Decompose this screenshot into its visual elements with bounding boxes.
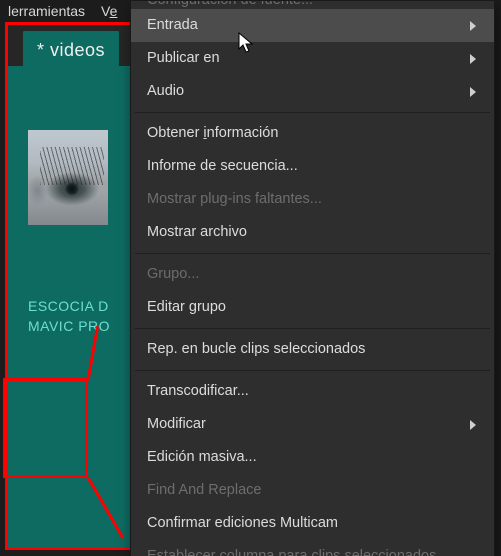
annotation-zoom-box: [3, 378, 88, 478]
separator: [135, 253, 490, 254]
separator: [135, 112, 490, 113]
menu-tools-partial[interactable]: lerramientas: [0, 1, 93, 21]
ctx-modificar[interactable]: Modificar: [131, 408, 494, 441]
ctx-loop-selected[interactable]: Rep. en bucle clips seleccionados: [131, 333, 494, 366]
ctx-establecer-columna: Establecer columna para clips selecciona…: [131, 540, 494, 556]
app-menubar: lerramientas Ve: [0, 0, 125, 22]
submenu-arrow-icon: [470, 420, 476, 430]
context-menu: Configuración de fuente... Entrada Publi…: [130, 0, 495, 556]
clip-thumbnail[interactable]: [28, 130, 108, 225]
ctx-publicar[interactable]: Publicar en: [131, 42, 494, 75]
menu-view[interactable]: Ve: [93, 1, 125, 21]
submenu-arrow-icon: [470, 87, 476, 97]
separator: [135, 370, 490, 371]
ctx-source-config[interactable]: Configuración de fuente...: [131, 1, 494, 9]
submenu-arrow-icon: [470, 54, 476, 64]
project-tab[interactable]: * videos: [23, 31, 119, 69]
ctx-entrada[interactable]: Entrada: [131, 9, 494, 42]
ctx-edicion-masiva[interactable]: Edición masiva...: [131, 441, 494, 474]
ctx-informe-secuencia[interactable]: Informe de secuencia...: [131, 150, 494, 183]
submenu-arrow-icon: [470, 21, 476, 31]
annotation-line: [87, 477, 125, 539]
ctx-confirmar-multicam[interactable]: Confirmar ediciones Multicam: [131, 507, 494, 540]
ctx-grupo: Grupo...: [131, 258, 494, 291]
ctx-mostrar-archivo[interactable]: Mostrar archivo: [131, 216, 494, 249]
separator: [135, 328, 490, 329]
ctx-mostrar-plugins: Mostrar plug-ins faltantes...: [131, 183, 494, 216]
clip-caption: ESCOCIA D MAVIC PRO: [28, 296, 118, 336]
project-tab-label: * videos: [37, 40, 105, 61]
ctx-find-replace: Find And Replace: [131, 474, 494, 507]
ctx-obtener-info[interactable]: Obtener información: [131, 117, 494, 150]
ctx-editar-grupo[interactable]: Editar grupo: [131, 291, 494, 324]
ctx-transcodificar[interactable]: Transcodificar...: [131, 375, 494, 408]
ctx-audio[interactable]: Audio: [131, 75, 494, 108]
